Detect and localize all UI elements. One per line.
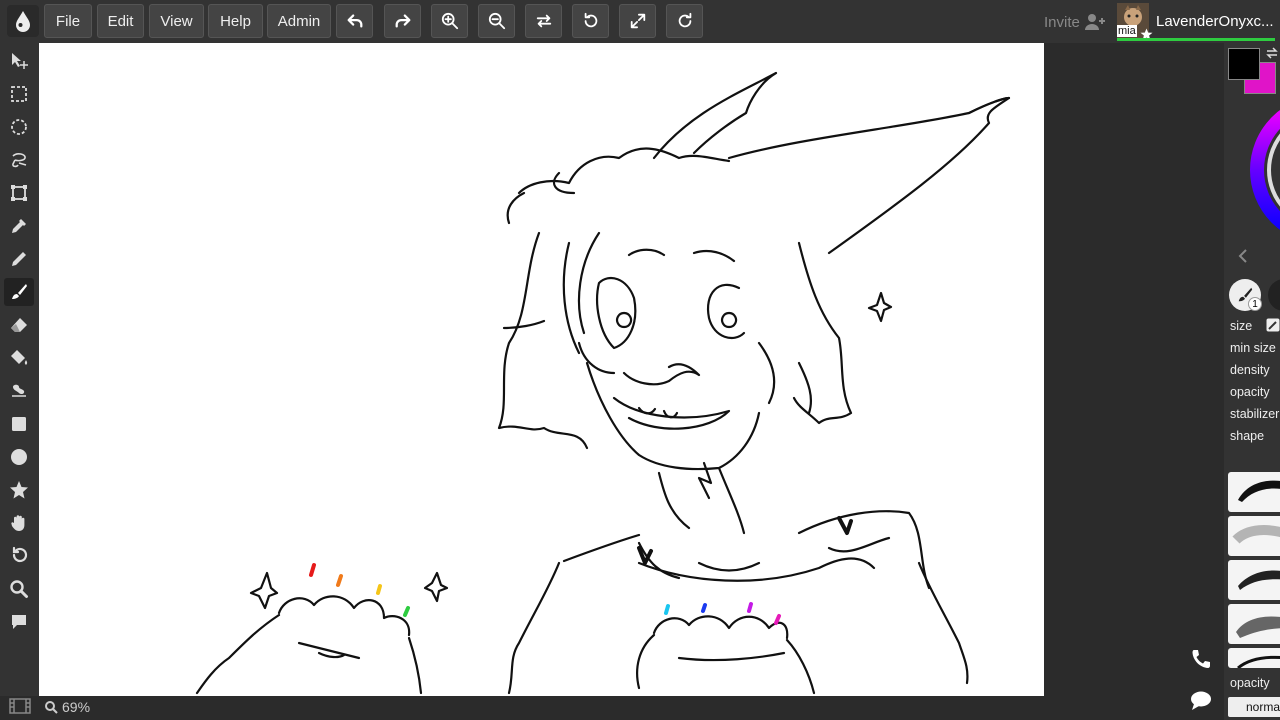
layer-opacity-label: opacity [1230, 676, 1270, 690]
rectangle-tool[interactable] [4, 410, 34, 438]
zoom-value: 69% [62, 699, 91, 715]
redo-button[interactable] [384, 4, 421, 38]
brush-stroke-preview [1238, 570, 1280, 590]
avatar-label: mia [1117, 25, 1137, 37]
zoom-search-icon [45, 701, 58, 714]
prop-stabilizer: stabilizer [1230, 407, 1280, 421]
prop-opacity: opacity [1230, 385, 1270, 399]
ellipse-select-icon [11, 119, 27, 135]
paint-bucket-icon [11, 350, 28, 365]
menu-file[interactable]: File [44, 4, 92, 38]
transform-icon [11, 185, 27, 201]
eyedropper-icon [12, 219, 26, 233]
zoom-out-icon [488, 12, 505, 30]
user-presence-bar [1117, 38, 1275, 41]
menu-help[interactable]: Help [208, 4, 263, 38]
smudge-tool[interactable] [4, 377, 34, 405]
ellipse-tool[interactable] [4, 443, 34, 471]
hand-tool[interactable] [4, 509, 34, 537]
flip-icon [536, 14, 551, 28]
comment-icon [12, 615, 26, 629]
undo-icon [347, 14, 362, 28]
brush-swatch[interactable] [1228, 516, 1280, 556]
zoom-in-icon [441, 12, 458, 30]
eraser-icon [11, 318, 27, 332]
shape-tool[interactable] [4, 476, 34, 504]
brush-preset-badge: 1 [1248, 297, 1262, 311]
brush-stroke-preview [1232, 525, 1280, 544]
tool-sidebar [0, 43, 39, 720]
move-tool[interactable] [4, 47, 34, 75]
zoom-out-button[interactable] [478, 4, 515, 38]
prop-shape: shape [1230, 429, 1265, 443]
prop-size: size [1230, 319, 1253, 333]
menu-view[interactable]: View [149, 4, 204, 38]
blend-mode-select[interactable]: normal [1228, 697, 1280, 717]
flip-button[interactable] [525, 4, 562, 38]
rotate-right-button[interactable] [666, 4, 703, 38]
pencil-tool[interactable] [4, 245, 34, 273]
undo-button[interactable] [336, 4, 373, 38]
rotate-left-icon [584, 12, 597, 28]
primary-color-swatch[interactable] [1228, 48, 1260, 80]
rotate-tool[interactable] [4, 542, 34, 570]
brush-icon [12, 284, 27, 299]
brush-stroke-preview [1238, 480, 1280, 502]
timeline-icon[interactable] [9, 697, 31, 715]
fullscreen-button[interactable] [619, 4, 656, 38]
ellipse-select-tool[interactable] [4, 113, 34, 141]
redo-icon [395, 14, 410, 28]
username[interactable]: LavenderOnyxc... [1156, 13, 1274, 30]
lasso-select-tool[interactable] [4, 146, 34, 174]
fill-tool[interactable] [4, 344, 34, 372]
rotate-left-button[interactable] [572, 4, 609, 38]
zoom-indicator[interactable]: 69% [44, 699, 90, 715]
circle-icon [11, 449, 27, 465]
phone-icon[interactable] [1189, 648, 1213, 670]
prop-min-size: min size [1230, 341, 1276, 355]
menu-admin[interactable]: Admin [267, 4, 331, 38]
pencil-icon [12, 252, 26, 266]
transform-tool[interactable] [4, 179, 34, 207]
drop-logo-icon [16, 11, 30, 32]
comment-tool[interactable] [4, 608, 34, 636]
add-user-icon[interactable] [1084, 12, 1106, 32]
magnifier-icon [10, 580, 28, 598]
brush-swatch[interactable] [1228, 648, 1280, 668]
rect-select-tool[interactable] [4, 80, 34, 108]
eyedropper-tool[interactable] [4, 212, 34, 240]
prop-density: density [1230, 363, 1270, 377]
smudge-icon [12, 384, 26, 397]
hand-icon [11, 515, 25, 531]
eraser-tool[interactable] [4, 311, 34, 339]
menu-edit[interactable]: Edit [97, 4, 144, 38]
brush-stroke-preview [1236, 616, 1280, 638]
pen-pressure-icon[interactable] [1266, 318, 1280, 332]
zoom-in-button[interactable] [431, 4, 468, 38]
zoom-tool[interactable] [4, 575, 34, 603]
invite-label[interactable]: Invite [1044, 14, 1080, 31]
lasso-icon [12, 153, 27, 168]
drawing-canvas[interactable] [39, 43, 1044, 696]
move-arrow-icon [12, 53, 28, 69]
rotate-icon [12, 546, 28, 563]
top-bar: File Edit View Help Admin Invite mia Lav… [0, 0, 1280, 43]
brush-stroke-preview [1237, 655, 1280, 668]
sketch-drawing [195, 71, 1011, 695]
brush-swatch[interactable] [1228, 604, 1280, 644]
rotate-right-icon [678, 12, 691, 28]
app-logo[interactable] [7, 5, 39, 37]
brush-swatch[interactable] [1228, 472, 1280, 512]
rect-select-icon [11, 86, 27, 102]
rectangle-icon [12, 417, 26, 431]
star-shape-icon [10, 481, 28, 499]
chat-icon[interactable] [1189, 690, 1213, 712]
color-wheel[interactable] [1250, 95, 1280, 245]
chevron-left-icon[interactable] [1236, 248, 1250, 264]
fullscreen-icon [630, 13, 645, 29]
swap-colors-icon[interactable] [1265, 46, 1279, 60]
status-bar [0, 696, 1224, 720]
brush-tool[interactable] [4, 278, 34, 306]
brush-swatch[interactable] [1228, 560, 1280, 600]
